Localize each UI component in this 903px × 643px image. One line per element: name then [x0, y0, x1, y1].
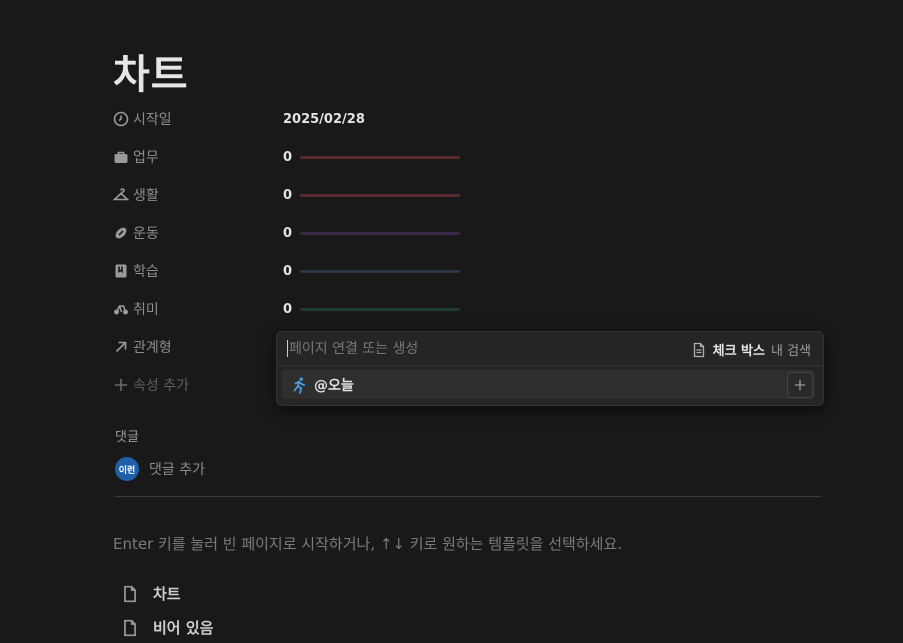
template-label: 비어 있음	[153, 619, 214, 637]
add-property-label: 속성 추가	[133, 378, 189, 394]
property-value: 0	[283, 263, 293, 279]
property-value: 0	[283, 301, 293, 317]
property-value-container: 0	[283, 301, 461, 317]
template-label: 차트	[153, 585, 181, 603]
briefcase-icon	[114, 151, 128, 163]
property-life[interactable]: 생활 0	[113, 184, 461, 206]
relation-popup: 체크 박스 내 검색 @오늘	[276, 331, 824, 406]
template-option-chart[interactable]: 차트	[121, 583, 181, 604]
template-option-empty[interactable]: 비어 있음	[121, 617, 213, 638]
hanger-icon	[113, 188, 129, 201]
property-start-date[interactable]: 시작일 2025/02/28	[113, 108, 365, 130]
property-label-container: 업무	[113, 147, 273, 167]
running-person-icon	[293, 376, 305, 394]
property-label-container: 속성 추가	[113, 375, 273, 395]
plus-icon	[794, 379, 806, 391]
search-scope[interactable]: 체크 박스 내 검색	[691, 340, 811, 359]
property-label-container: 관계형	[113, 337, 273, 357]
add-comment-input[interactable]: 댓글 추가	[149, 459, 205, 479]
relation-search-bar: 체크 박스 내 검색	[277, 332, 823, 366]
property-label: 생활	[133, 188, 159, 204]
property-label-container: 학습	[113, 261, 273, 281]
empty-page-hint: Enter 키를 눌러 빈 페이지로 시작하거나, ↑↓ 키로 원하는 템플릿을…	[113, 535, 623, 553]
relation-search-input[interactable]	[288, 340, 649, 357]
property-label: 업무	[133, 150, 159, 166]
progress-bar	[300, 231, 461, 235]
page-title[interactable]: 차트	[113, 42, 189, 100]
property-exercise[interactable]: 운동 0	[113, 222, 461, 244]
property-label-container: 운동	[113, 223, 273, 243]
avatar: 이런	[115, 457, 139, 481]
property-value: 0	[283, 187, 293, 203]
property-study[interactable]: 학습 0	[113, 260, 461, 282]
property-value-container: 0	[283, 263, 461, 279]
add-comment-row[interactable]: 이런 댓글 추가	[115, 457, 205, 481]
divider	[115, 496, 821, 497]
progress-bar	[300, 307, 461, 311]
progress-bar	[300, 269, 461, 273]
property-value: 0	[283, 225, 293, 241]
create-relation-button[interactable]	[787, 372, 813, 398]
clock-icon	[113, 111, 129, 127]
property-value: 0	[283, 149, 293, 165]
plus-icon	[115, 379, 127, 391]
add-property-button[interactable]: 속성 추가	[113, 374, 273, 396]
page-icon	[124, 585, 136, 602]
arrow-up-right-icon	[115, 341, 127, 353]
property-label-container: 취미	[113, 299, 273, 319]
property-label-container: 시작일	[113, 109, 273, 129]
comments-heading: 댓글	[115, 430, 139, 445]
relation-option-today[interactable]: @오늘	[282, 370, 815, 399]
book-icon	[115, 264, 127, 278]
property-value-container: 0	[283, 149, 461, 165]
property-label-container: 생활	[113, 185, 273, 205]
progress-bar	[300, 155, 461, 159]
property-value-container: 0	[283, 225, 461, 241]
property-label: 운동	[133, 226, 159, 242]
football-icon	[115, 227, 127, 239]
relation-option-label: @오늘	[314, 377, 354, 394]
page-icon	[693, 342, 704, 357]
progress-bar	[300, 193, 461, 197]
property-label: 시작일	[133, 112, 172, 128]
property-relation[interactable]: 관계형	[113, 336, 273, 358]
property-label: 학습	[133, 264, 159, 280]
property-value: 2025/02/28	[283, 111, 365, 127]
scope-suffix: 내 검색	[770, 344, 811, 359]
property-label: 취미	[133, 302, 159, 318]
property-label: 관계형	[133, 340, 172, 356]
bicycle-icon	[114, 305, 128, 315]
property-value-container: 2025/02/28	[283, 112, 365, 127]
property-value-container: 0	[283, 187, 461, 203]
property-work[interactable]: 업무 0	[113, 146, 461, 168]
page-icon	[124, 619, 136, 636]
scope-database-name: 체크 박스	[712, 344, 765, 359]
property-hobby[interactable]: 취미 0	[113, 298, 461, 320]
